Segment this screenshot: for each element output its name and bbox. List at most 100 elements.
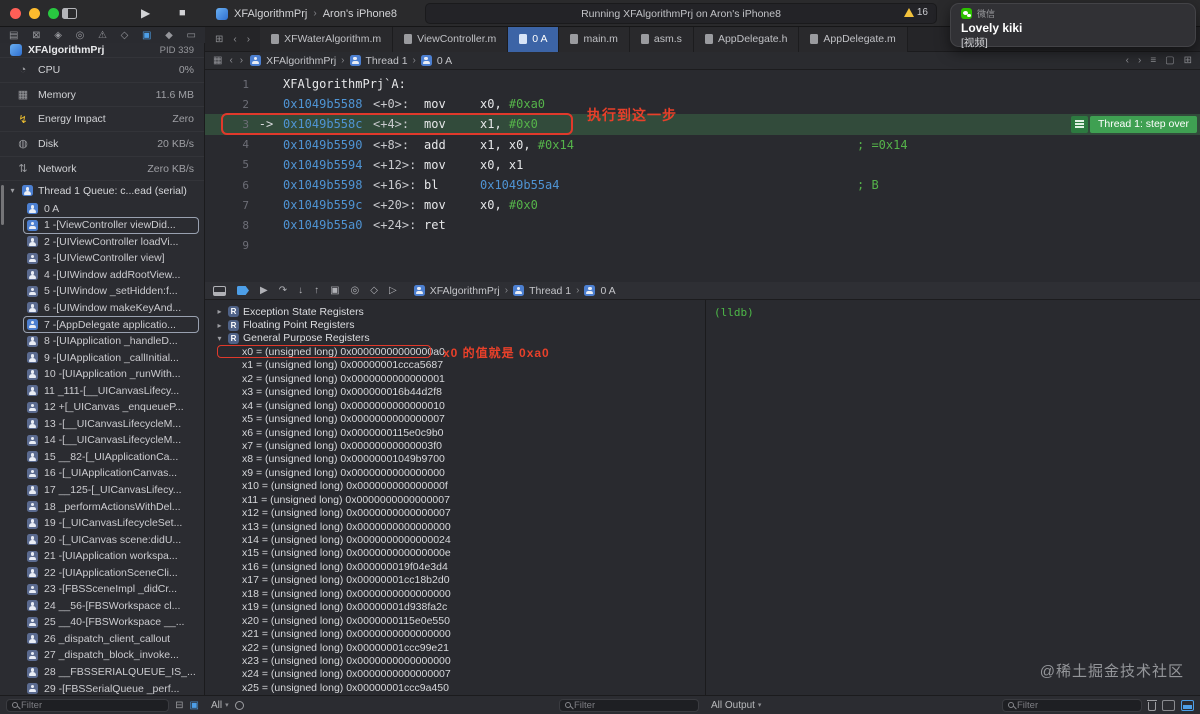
add-editor-icon[interactable]: ▢ (1165, 55, 1174, 66)
stack-frame-row[interactable]: 12 +[_UICanvas _enqueueP... (0, 399, 204, 416)
stack-frame-row[interactable]: 25 __40-[FBSWorkspace __... (0, 614, 204, 631)
run-button[interactable]: ▶ (141, 0, 150, 27)
show-running-only-icon[interactable]: ⊟ (175, 700, 183, 711)
stack-frame-row[interactable]: 19 -[_UICanvasLifecycleSet... (0, 515, 204, 532)
stack-frame-row[interactable]: 8 -[UIApplication _handleD... (0, 333, 204, 350)
stack-frame-row[interactable]: 3 -[UIViewController view] (0, 250, 204, 267)
console-filter-input[interactable] (1017, 699, 1136, 711)
code-area[interactable]: 1 XFAlgorithmPrj`A: 2 0x1049b5588 <+0>: mov x0… (205, 70, 1200, 256)
stack-frame-row[interactable]: 5 -[UIWindow _setHidden:f... (0, 283, 204, 300)
variables-filter-input[interactable] (574, 699, 693, 711)
stack-frame-row[interactable]: 1 -[ViewController viewDid... (0, 216, 204, 234)
debug-navigator-icon[interactable]: ▣ (142, 30, 151, 41)
register-row[interactable]: x23 = (unsigned long) 0x0000000000000000 (205, 654, 705, 667)
reports-icon[interactable]: ▭ (186, 30, 195, 41)
stack-frame-row[interactable]: 13 -[__UICanvasLifecycleM... (0, 416, 204, 433)
breadcrumb-item[interactable]: Thread 1 (529, 285, 571, 297)
breadcrumb-item[interactable]: XFAlgorithmPrj (430, 285, 500, 297)
stack-frame-row[interactable]: 4 -[UIWindow addRootView... (0, 267, 204, 284)
register-row[interactable]: x8 = (unsigned long) 0x00000001049b9700 (205, 453, 705, 466)
project-navigator-icon[interactable]: ▤ (9, 30, 18, 41)
register-row[interactable]: x7 = (unsigned long) 0x00000000000003f0 (205, 439, 705, 452)
stack-frame-row[interactable]: 26 _dispatch_client_callout (0, 631, 204, 648)
register-row[interactable]: x2 = (unsigned long) 0x0000000000000001 (205, 372, 705, 385)
process-row[interactable]: XFAlgorithmPrj PID 339 (0, 43, 204, 57)
stack-frame-row[interactable]: 22 -[UIApplicationSceneCli... (0, 564, 204, 581)
register-row[interactable]: x19 = (unsigned long) 0x00000001d938fa2c (205, 600, 705, 613)
console-scope-select[interactable]: All Output ▾ (711, 700, 761, 711)
register-row[interactable]: x13 = (unsigned long) 0x0000000000000000 (205, 520, 705, 533)
stack-frame-row[interactable]: 23 -[FBSSceneImpl _didCr... (0, 581, 204, 598)
toggle-navigator-icon[interactable] (62, 8, 77, 19)
stack-frame-row[interactable]: 14 -[__UICanvasLifecycleM... (0, 432, 204, 449)
step-over-icon[interactable]: ↷ (279, 285, 287, 296)
asm-line[interactable]: 2 0x1049b5588 <+0>: mov x0, #0xa0 (205, 94, 1200, 114)
register-row[interactable]: x17 = (unsigned long) 0x00000001cc18b2d0 (205, 574, 705, 587)
editor-tab[interactable]: asm.s (629, 26, 694, 52)
debug-gauge-row[interactable]: ◍ Disk 20 KB/s (0, 131, 204, 156)
debug-gauge-row[interactable]: ◔ CPU 0% (0, 57, 204, 82)
close-window-button[interactable] (10, 8, 21, 19)
thread-header-row[interactable]: ▾ Thread 1 Queue: c...ead (serial) (0, 180, 204, 200)
next-issue-icon[interactable]: › (1138, 55, 1141, 66)
register-row[interactable]: x9 = (unsigned long) 0x0000000000000000 (205, 466, 705, 479)
stack-frame-row[interactable]: 11 _111-[__UICanvasLifecy... (0, 382, 204, 399)
register-row[interactable]: x1 = (unsigned long) 0x00000001ccca5687 (205, 359, 705, 372)
asm-line[interactable]: 8 0x1049b55a0 <+24>: ret (205, 215, 1200, 235)
register-row[interactable]: x5 = (unsigned long) 0x0000000000000007 (205, 412, 705, 425)
back-icon[interactable]: ‹ (233, 34, 236, 45)
simulate-location-icon[interactable]: ▷ (389, 285, 397, 296)
warning-badge[interactable]: 16 (903, 7, 928, 18)
asm-line[interactable]: 5 0x1049b5594 <+12>: mov x0, x1 (205, 155, 1200, 175)
show-variables-pane-icon[interactable] (1162, 699, 1175, 711)
clear-console-icon[interactable] (1147, 699, 1157, 711)
asm-line[interactable]: 6 0x1049b5598 <+16>: bl 0x1049b55a4 ; B (205, 175, 1200, 195)
source-control-icon[interactable]: ⊠ (32, 30, 40, 41)
editor-tab[interactable]: main.m (559, 26, 630, 52)
variables-scope-select[interactable]: All ▾ (211, 700, 229, 711)
register-row[interactable]: x11 = (unsigned long) 0x0000000000000007 (205, 493, 705, 506)
wechat-notification[interactable]: 微信 Lovely kiki [视频] (950, 3, 1196, 49)
jump-back-icon[interactable]: ‹ (229, 55, 232, 66)
console-view[interactable]: (lldb) @稀土掘金技术社区 (705, 300, 1200, 695)
disclosure-triangle-icon[interactable]: ▸ (215, 307, 224, 316)
stack-frame-row[interactable]: 28 __FBSSERIALQUEUE_IS_... (0, 664, 204, 681)
register-row[interactable]: x20 = (unsigned long) 0x0000000115e0e550 (205, 614, 705, 627)
editor-tab[interactable]: ViewController.m (393, 26, 509, 52)
disclosure-triangle-icon[interactable]: ▸ (215, 321, 224, 330)
memory-graph-icon[interactable]: ◎ (351, 285, 360, 296)
editor-tab[interactable]: AppDelegate.m (799, 26, 908, 52)
step-out-icon[interactable]: ↑ (314, 285, 319, 296)
stack-frame-row[interactable]: 27 _dispatch_block_invoke... (0, 647, 204, 664)
breadcrumb-item[interactable]: Thread 1 (366, 55, 408, 67)
register-row[interactable]: x15 = (unsigned long) 0x000000000000000e (205, 547, 705, 560)
forward-icon[interactable]: › (247, 34, 250, 45)
asm-line[interactable]: 3 -> 0x1049b558c <+4>: mov x1, #0x0 执行到这一步 Thre… (205, 107, 1200, 136)
stack-frame-row[interactable]: 16 -[_UIApplicationCanvas... (0, 465, 204, 482)
editor-tab[interactable]: XFWaterAlgorithm.m (260, 26, 394, 52)
register-row[interactable]: x4 = (unsigned long) 0x0000000000000010 (205, 399, 705, 412)
tab-overview-icon[interactable]: ⊞ (215, 34, 223, 45)
stack-frame-row[interactable]: 9 -[UIApplication _callInitial... (0, 349, 204, 366)
register-row[interactable]: x12 = (unsigned long) 0x0000000000000007 (205, 506, 705, 519)
stack-frame-row[interactable]: 2 -[UIViewController loadVi... (0, 234, 204, 251)
continue-icon[interactable]: ▶ (260, 285, 268, 296)
stack-frame-row[interactable]: 29 -[FBSSerialQueue _perf... (0, 680, 204, 695)
variables-filter-field[interactable] (559, 698, 699, 712)
disclosure-triangle-icon[interactable]: ▾ (8, 186, 17, 195)
register-row[interactable]: x0 的值就是 0xa0 x0 = (unsigned long) 0x00000… (205, 345, 705, 360)
register-row[interactable]: x24 = (unsigned long) 0x0000000000000007 (205, 668, 705, 681)
asm-line[interactable]: 9 (205, 236, 1200, 256)
stack-frame-row[interactable]: 0 A (0, 200, 204, 217)
scheme-chooser[interactable]: XFAlgorithmPrj › Aron's iPhone8 (216, 0, 397, 27)
view-hierarchy-icon[interactable]: ▣ (330, 285, 339, 296)
stack-frame-row[interactable]: 15 __82-[_UIApplicationCa... (0, 449, 204, 466)
scheme-device-label[interactable]: Aron's iPhone8 (323, 8, 397, 20)
register-row[interactable]: x18 = (unsigned long) 0x0000000000000000 (205, 587, 705, 600)
register-section-row[interactable]: ▸ R Floating Point Registers (205, 318, 705, 331)
stack-frame-row[interactable]: 20 -[_UICanvas scene:didU... (0, 531, 204, 548)
zoom-window-button[interactable] (48, 8, 59, 19)
stack-frame-row[interactable]: 21 -[UIApplication workspa... (0, 548, 204, 565)
register-section-row[interactable]: ▾ R General Purpose Registers (205, 332, 705, 345)
issues-icon[interactable]: ⚠ (98, 30, 107, 41)
